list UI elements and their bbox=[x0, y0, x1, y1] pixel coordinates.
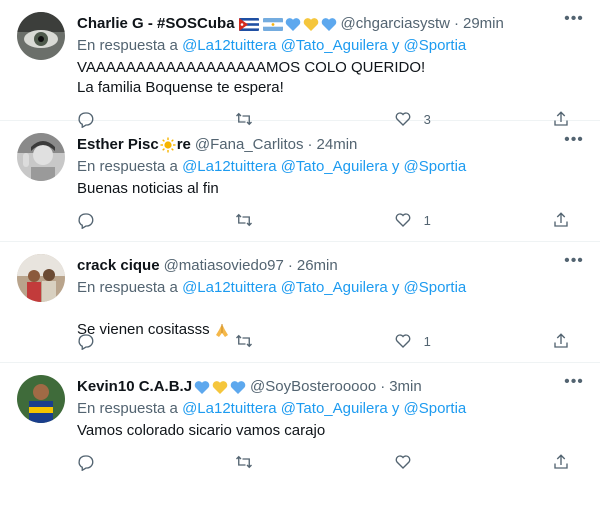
share-icon bbox=[554, 212, 568, 227]
argentina-flag-icon bbox=[262, 17, 283, 31]
mention-joiner: y bbox=[391, 400, 400, 417]
reply-context: En respuesta a @La12tuittera @Tato_Aguil… bbox=[77, 158, 467, 175]
mention-joiner: y bbox=[391, 37, 400, 54]
avatar[interactable] bbox=[17, 133, 65, 181]
separator-dot: · bbox=[453, 15, 459, 32]
display-name[interactable]: Kevin10 C.A.B.J bbox=[77, 377, 192, 397]
user-handle[interactable]: @chgarciasystw bbox=[341, 14, 450, 34]
share-icon bbox=[554, 454, 568, 469]
tweet[interactable]: Kevin10 C.A.B.J @SoyBosterooooo · 3min •… bbox=[0, 363, 600, 484]
retweet-button[interactable] bbox=[235, 211, 355, 229]
retweet-button[interactable] bbox=[235, 332, 355, 350]
reply-icon bbox=[78, 455, 94, 471]
mention-link[interactable]: @Sportia bbox=[404, 400, 467, 417]
reply-button[interactable] bbox=[77, 211, 197, 229]
more-icon[interactable]: ••• bbox=[564, 253, 584, 276]
tweet-text: VAAAAAAAAAAAAAAAAAAMOS COLO QUERIDO! La … bbox=[77, 59, 426, 96]
sun-icon bbox=[160, 137, 176, 153]
mention-joiner: y bbox=[391, 279, 400, 296]
avatar[interactable] bbox=[17, 375, 65, 423]
timestamp[interactable]: 29min bbox=[463, 14, 504, 34]
avatar[interactable] bbox=[17, 12, 65, 60]
reply-context: En respuesta a @La12tuittera @Tato_Aguil… bbox=[77, 400, 467, 417]
separator-dot: · bbox=[287, 257, 293, 274]
yellow-heart-icon bbox=[303, 17, 318, 31]
tweet[interactable]: Esther Pisc re @Fana_Carlitos · 24min ••… bbox=[0, 121, 600, 242]
mention-link[interactable]: @La12tuittera bbox=[182, 279, 276, 296]
display-name[interactable]: crack cique bbox=[77, 256, 160, 276]
mention-link[interactable]: @Tato_Aguilera bbox=[281, 400, 388, 417]
blue-heart-icon bbox=[321, 17, 336, 31]
action-bar: 1 bbox=[77, 211, 584, 229]
blue-heart-icon bbox=[194, 380, 210, 394]
like-button[interactable]: 1 bbox=[394, 332, 514, 350]
retweet-icon bbox=[236, 334, 253, 348]
like-icon bbox=[395, 455, 411, 469]
share-button[interactable] bbox=[552, 211, 570, 229]
more-icon[interactable]: ••• bbox=[564, 132, 584, 155]
like-count: 1 bbox=[423, 333, 431, 349]
separator-dot: · bbox=[307, 136, 313, 153]
user-handle[interactable]: @Fana_Carlitos bbox=[195, 135, 304, 155]
retweet-button[interactable] bbox=[235, 453, 355, 471]
yellow-heart-icon bbox=[212, 380, 228, 394]
like-button[interactable]: 1 bbox=[394, 211, 514, 229]
display-name[interactable]: Charlie G - #SOSCuba bbox=[77, 14, 235, 34]
mention-joiner: y bbox=[391, 158, 400, 175]
timestamp[interactable]: 24min bbox=[317, 135, 358, 155]
mention-link[interactable]: @La12tuittera bbox=[182, 400, 276, 417]
tweet-text: Vamos colorado sicario vamos carajo bbox=[77, 422, 326, 439]
share-button[interactable] bbox=[552, 332, 570, 350]
action-bar bbox=[77, 453, 584, 471]
retweet-icon bbox=[236, 213, 253, 227]
mention-link[interactable]: @Tato_Aguilera bbox=[281, 37, 388, 54]
like-count: 1 bbox=[423, 212, 431, 228]
retweet-icon bbox=[236, 455, 253, 469]
mention-link[interactable]: @Sportia bbox=[404, 158, 467, 175]
reply-context: En respuesta a @La12tuittera @Tato_Aguil… bbox=[77, 279, 467, 296]
like-icon bbox=[395, 334, 411, 348]
blue-heart-icon bbox=[285, 17, 300, 31]
share-button[interactable] bbox=[552, 453, 570, 471]
mention-link[interactable]: @La12tuittera bbox=[182, 158, 276, 175]
action-bar: 1 bbox=[77, 332, 584, 350]
reply-context: En respuesta a @La12tuittera @Tato_Aguil… bbox=[77, 37, 467, 54]
user-handle[interactable]: @matiasoviedo97 bbox=[164, 256, 284, 276]
mention-link[interactable]: @Sportia bbox=[404, 279, 467, 296]
more-icon[interactable]: ••• bbox=[564, 374, 584, 397]
more-icon[interactable]: ••• bbox=[564, 11, 584, 34]
like-button[interactable] bbox=[394, 453, 514, 471]
mention-link[interactable]: @La12tuittera bbox=[182, 37, 276, 54]
mention-link[interactable]: @Sportia bbox=[404, 37, 467, 54]
display-name[interactable]: Esther Pisc bbox=[77, 135, 159, 155]
reply-button[interactable] bbox=[77, 332, 197, 350]
separator-dot: · bbox=[380, 378, 386, 395]
reply-button[interactable] bbox=[77, 453, 197, 471]
avatar[interactable] bbox=[17, 254, 65, 302]
display-name-suffix[interactable]: re bbox=[177, 135, 191, 155]
timestamp[interactable]: 26min bbox=[297, 256, 338, 276]
cuba-flag-icon bbox=[238, 17, 259, 31]
share-icon bbox=[554, 333, 568, 348]
mention-link[interactable]: @Tato_Aguilera bbox=[281, 279, 388, 296]
timestamp[interactable]: 3min bbox=[389, 377, 422, 397]
mention-link[interactable]: @Tato_Aguilera bbox=[281, 158, 388, 175]
reply-icon bbox=[78, 213, 94, 229]
blue-heart-icon bbox=[230, 380, 246, 394]
user-handle[interactable]: @SoyBosterooooo bbox=[250, 377, 376, 397]
reply-icon bbox=[78, 334, 94, 350]
like-icon bbox=[395, 213, 411, 227]
tweet-text: Buenas noticias al fin bbox=[77, 180, 219, 197]
tweet[interactable]: Charlie G - #SOSCuba @chgarciasystw · 29… bbox=[0, 0, 600, 128]
tweet[interactable]: crack cique @matiasoviedo97 · 26min ••• … bbox=[0, 242, 600, 363]
